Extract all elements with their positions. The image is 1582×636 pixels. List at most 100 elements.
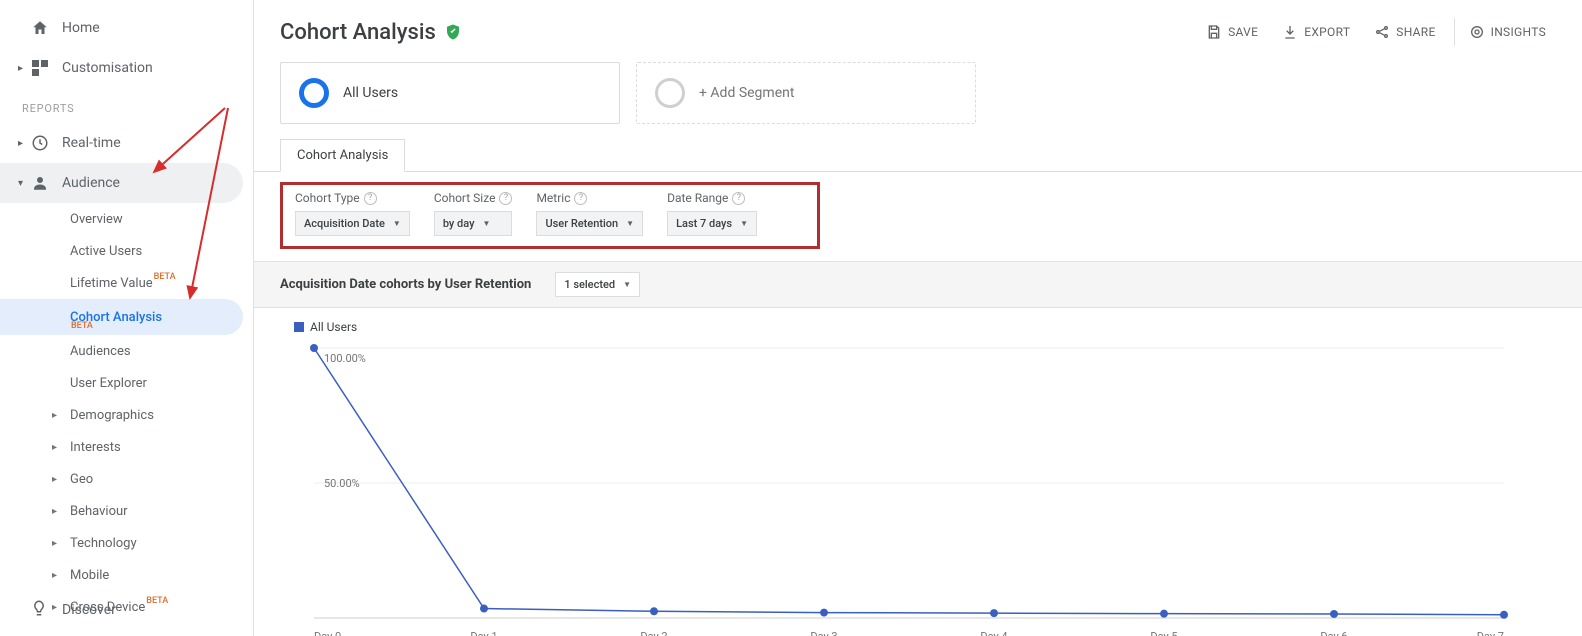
sub-item-demographics[interactable]: ▸ Demographics <box>52 399 253 431</box>
insights-button[interactable]: INSIGHTS <box>1454 18 1556 46</box>
sub-item-cohort-analysis[interactable]: Cohort AnalysisBETA <box>0 299 243 335</box>
cohort-size-dropdown[interactable]: by day ▼ <box>434 211 513 236</box>
chevron-right-icon: ▸ <box>52 570 64 581</box>
tab-bar: Cohort Analysis <box>254 138 1582 172</box>
sidebar-item-home[interactable]: ▸ Home <box>0 8 253 48</box>
tab-cohort-analysis[interactable]: Cohort Analysis <box>280 139 405 172</box>
dropdown-value: User Retention <box>545 217 618 230</box>
audience-sub-list: ▸Overview ▸Active Users ▸Lifetime ValueB… <box>0 203 253 623</box>
sidebar-item-label: Customisation <box>62 60 153 76</box>
sub-item-technology[interactable]: ▸ Technology <box>52 527 253 559</box>
sub-item-active-users[interactable]: ▸Active Users <box>52 235 253 267</box>
sub-item-label: Behaviour <box>70 504 128 519</box>
sub-item-label: Audiences <box>70 344 131 359</box>
metric-dropdown[interactable]: User Retention ▼ <box>536 211 643 236</box>
bulb-icon <box>30 599 48 621</box>
main-content: Cohort Analysis SAVE EXPORT SHARE <box>254 0 1582 636</box>
home-icon <box>30 18 50 38</box>
chevron-down-icon: ▼ <box>623 280 631 289</box>
save-icon <box>1206 24 1222 40</box>
sidebar-item-discover[interactable]: Discover <box>0 590 253 630</box>
segment-circle-icon <box>299 78 329 108</box>
sub-item-label: Technology <box>70 536 137 551</box>
sidebar-item-label: Home <box>62 20 100 36</box>
beta-badge: BETA <box>71 321 93 331</box>
sub-item-label: User Explorer <box>70 376 147 391</box>
sub-item-behaviour[interactable]: ▸ Behaviour <box>52 495 253 527</box>
chart-legend: All Users <box>294 320 1542 334</box>
beta-badge: BETA <box>154 272 176 282</box>
button-label: SHARE <box>1396 25 1435 39</box>
svg-text:Day 2: Day 2 <box>640 630 667 636</box>
help-icon[interactable]: ? <box>364 192 377 205</box>
sidebar-item-label: Audience <box>62 175 120 191</box>
chevron-right-icon: ▸ <box>52 442 64 453</box>
sidebar-item-audience[interactable]: ▾ Audience <box>0 163 243 203</box>
header-actions: SAVE EXPORT SHARE INSIGHTS <box>1196 18 1556 46</box>
person-icon <box>30 173 50 193</box>
segment-circle-empty-icon <box>655 78 685 108</box>
sub-item-mobile[interactable]: ▸ Mobile <box>52 559 253 591</box>
insights-icon <box>1469 24 1485 40</box>
legend-swatch <box>294 322 304 332</box>
export-button[interactable]: EXPORT <box>1272 18 1360 46</box>
segment-label: + Add Segment <box>699 85 794 101</box>
date-range-dropdown[interactable]: Last 7 days▼ <box>667 211 757 236</box>
sub-item-lifetime-value[interactable]: ▸Lifetime ValueBETA <box>52 267 253 299</box>
chevron-down-icon: ▼ <box>626 219 634 228</box>
help-icon[interactable]: ? <box>732 192 745 205</box>
page-header: Cohort Analysis SAVE EXPORT SHARE <box>254 0 1582 62</box>
chevron-right-icon: ▸ <box>52 538 64 549</box>
sidebar: ▸ Home ▸ Customisation REPORTS ▸ Real-ti… <box>0 0 254 636</box>
segments-row: All Users + Add Segment <box>254 62 1582 138</box>
chevron-right-icon: ▸ <box>52 474 64 485</box>
add-segment-button[interactable]: + Add Segment <box>636 62 976 124</box>
sub-item-label: Mobile <box>70 568 109 583</box>
sub-item-interests[interactable]: ▸Interests <box>52 431 253 463</box>
svg-text:Day 0: Day 0 <box>314 630 341 636</box>
chevron-right-icon: ▸ <box>18 63 28 74</box>
button-label: SAVE <box>1228 25 1258 39</box>
cohort-type-label: Cohort Type? <box>295 191 410 205</box>
chevron-down-icon: ▼ <box>393 219 401 228</box>
sidebar-item-label: Real-time <box>62 135 121 151</box>
chevron-right-icon: ▸ <box>18 138 28 149</box>
button-label: EXPORT <box>1304 25 1350 39</box>
sub-item-user-explorer[interactable]: ▸User Explorer <box>52 367 253 399</box>
sub-item-label: Active Users <box>70 244 142 259</box>
svg-text:Day 5: Day 5 <box>1150 630 1177 636</box>
dropdown-value: by day <box>443 217 475 230</box>
verified-shield-icon <box>444 23 462 41</box>
chevron-right-icon: ▸ <box>52 506 64 517</box>
chevron-right-icon: ▸ <box>52 410 64 421</box>
series-selector-dropdown[interactable]: 1 selected ▼ <box>555 272 640 297</box>
share-button[interactable]: SHARE <box>1364 18 1445 46</box>
segment-all-users[interactable]: All Users <box>280 62 620 124</box>
chevron-down-icon: ▼ <box>740 219 748 228</box>
chart-section-header: Acquisition Date cohorts by User Retenti… <box>254 261 1582 308</box>
save-button[interactable]: SAVE <box>1196 18 1268 46</box>
chevron-down-icon: ▼ <box>483 219 491 228</box>
retention-line-chart: 100.00%50.00%Day 0Day 1Day 2Day 3Day 4Da… <box>294 338 1524 636</box>
sub-item-audiences[interactable]: ▸Audiences <box>52 335 253 367</box>
sub-item-geo[interactable]: ▸Geo <box>52 463 253 495</box>
sub-item-overview[interactable]: ▸Overview <box>52 203 253 235</box>
dropdown-value: Acquisition Date <box>304 217 385 230</box>
button-label: INSIGHTS <box>1491 25 1546 39</box>
svg-text:Day 4: Day 4 <box>980 630 1007 636</box>
legend-label: All Users <box>310 320 357 334</box>
section-title: Acquisition Date cohorts by User Retenti… <box>280 277 531 292</box>
sidebar-item-realtime[interactable]: ▸ Real-time <box>0 123 253 163</box>
cohort-type-dropdown[interactable]: Acquisition Date ▼ <box>295 211 410 236</box>
sub-item-label: Demographics <box>70 408 154 423</box>
help-icon[interactable]: ? <box>574 192 587 205</box>
help-icon[interactable]: ? <box>499 192 512 205</box>
sidebar-item-customisation[interactable]: ▸ Customisation <box>0 48 253 88</box>
svg-text:Day 7: Day 7 <box>1477 630 1504 636</box>
sidebar-section-title: REPORTS <box>0 88 253 123</box>
dropdown-value: 1 selected <box>564 278 615 291</box>
page-title: Cohort Analysis <box>280 20 436 45</box>
chevron-down-icon: ▾ <box>18 178 28 189</box>
svg-text:100.00%: 100.00% <box>324 352 366 365</box>
svg-text:Day 3: Day 3 <box>810 630 837 636</box>
